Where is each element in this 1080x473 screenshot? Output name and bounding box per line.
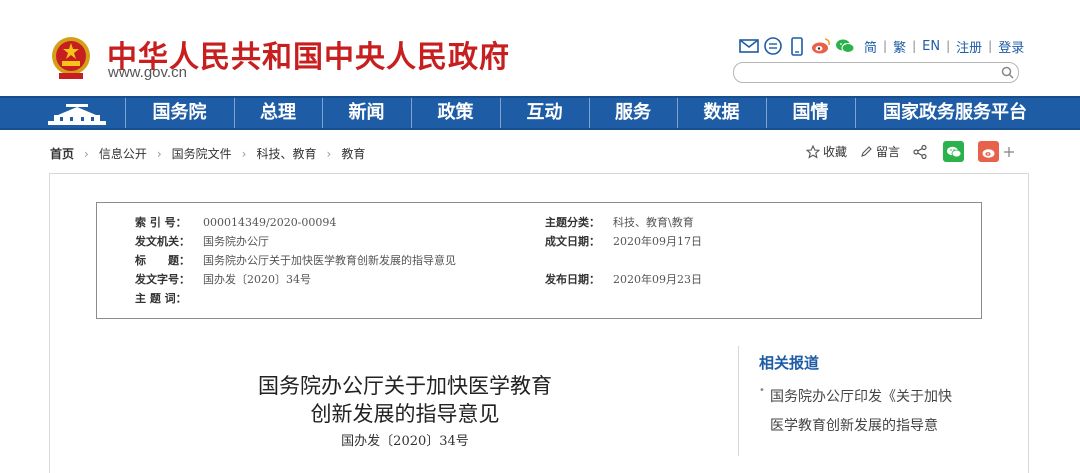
comment-label: 留言	[876, 145, 901, 159]
chevron-right-icon: ›	[156, 146, 162, 161]
info-label: 发布日期：	[545, 273, 600, 286]
star-icon	[806, 144, 820, 159]
breadcrumb-item[interactable]: 科技、教育	[256, 145, 316, 162]
share-wechat-button[interactable]	[943, 141, 965, 162]
comment-button[interactable]: 留言	[859, 143, 900, 160]
wechat-icon	[946, 146, 961, 157]
divider: |	[883, 39, 888, 53]
divider: |	[988, 39, 993, 53]
info-row-index: 索 引 号： 000014349/2020-00094	[135, 215, 336, 231]
info-row-topic: 主题分类： 科技、教育\教育	[545, 215, 694, 231]
info-row-keywords: 主 题 词：	[135, 291, 203, 307]
wechat-icon[interactable]	[834, 36, 856, 56]
search-input[interactable]	[744, 64, 998, 81]
sidebar-divider	[738, 346, 739, 456]
info-value: 国务院办公厅	[203, 235, 269, 248]
weibo-icon	[982, 148, 995, 158]
link-traditional[interactable]: 繁	[893, 37, 906, 56]
nav-item-policy[interactable]: 政策	[411, 98, 500, 128]
mail-icon[interactable]	[738, 36, 760, 56]
info-label: 发文字号：	[135, 273, 190, 286]
nav-item-services[interactable]: 服务	[589, 98, 677, 128]
related-link[interactable]: 国务院办公厅印发《关于加快 医学教育创新发展的指导意	[770, 383, 980, 441]
info-row-docno: 发文字号： 国办发〔2020〕34号	[135, 272, 311, 288]
related-link-line: 医学教育创新发展的指导意	[770, 418, 938, 434]
info-row-issuer: 发文机关： 国务院办公厅	[135, 234, 269, 250]
chevron-right-icon: ›	[326, 146, 332, 161]
nav-item-gov-service-platform[interactable]: 国家政务服务平台	[855, 98, 1055, 128]
search-box	[733, 62, 1019, 83]
nav-item-premier[interactable]: 总理	[234, 98, 322, 128]
favorite-label: 收藏	[823, 145, 848, 159]
chevron-right-icon: ›	[241, 146, 247, 161]
message-icon[interactable]	[762, 36, 784, 56]
weibo-icon[interactable]	[810, 36, 832, 56]
chevron-right-icon: ›	[84, 146, 89, 161]
favorite-button[interactable]: 收藏	[806, 143, 847, 160]
info-label: 索 引 号：	[135, 216, 187, 229]
divider: |	[912, 39, 917, 53]
nav-item-national-info[interactable]: 国情	[766, 98, 855, 128]
pencil-icon	[861, 145, 872, 157]
related-link-line: 国务院办公厅印发《关于加快	[770, 389, 952, 405]
link-english[interactable]: EN	[922, 39, 940, 54]
share-icon	[913, 144, 927, 159]
site-url: www.gov.cn	[108, 64, 187, 81]
info-value: 国办发〔2020〕34号	[203, 273, 311, 286]
info-row-created-date: 成文日期： 2020年09月17日	[545, 234, 702, 250]
breadcrumb: 首页 › 信息公开 › 国务院文件 › 科技、教育 › 教育	[50, 145, 365, 162]
nav-item-state-council[interactable]: 国务院	[125, 98, 234, 128]
header-links: 简 | 繁 | EN | 注册 | 登录	[864, 37, 1024, 56]
breadcrumb-item[interactable]: 国务院文件	[172, 145, 232, 162]
header-tools: 简 | 繁 | EN | 注册 | 登录	[738, 36, 1024, 56]
document-number: 国办发〔2020〕34号	[341, 434, 469, 449]
mobile-icon[interactable]	[786, 36, 808, 56]
info-label: 发文机关：	[135, 235, 190, 248]
info-label: 主题分类：	[545, 216, 600, 229]
nav-item-news[interactable]: 新闻	[322, 98, 411, 128]
tiananmen-icon[interactable]	[46, 101, 108, 127]
info-value: 000014349/2020-00094	[203, 216, 337, 229]
link-simplified[interactable]: 简	[864, 37, 877, 56]
document-info-table: 索 引 号： 000014349/2020-00094 发文机关： 国务院办公厅 标…	[96, 202, 982, 319]
site-header: 中华人民共和国中央人民政府 www.gov.cn 简 | 繁 | EN | 注册 | 登…	[0, 0, 1080, 96]
breadcrumb-item[interactable]: 教育	[341, 145, 365, 162]
document-title-line: 国务院办公厅关于加快医学教育	[258, 374, 552, 398]
main-nav: 国务院 总理 新闻 政策 互动 服务 数据 国情 国家政务服务平台	[0, 96, 1080, 130]
document-title-line: 创新发展的指导意见	[310, 402, 500, 426]
nav-item-data[interactable]: 数据	[677, 98, 766, 128]
link-login[interactable]: 登录	[998, 37, 1024, 56]
national-emblem-icon[interactable]	[50, 35, 92, 81]
link-register[interactable]: 注册	[956, 37, 982, 56]
bullet-icon: •	[759, 385, 765, 396]
info-label: 主 题 词：	[135, 292, 187, 305]
sidebar-title: 相关报道	[759, 354, 820, 372]
breadcrumb-home[interactable]: 首页	[50, 145, 74, 162]
info-row-published-date: 发布日期： 2020年09月23日	[545, 272, 702, 288]
page-actions: 收藏 留言	[806, 141, 1015, 162]
breadcrumb-item[interactable]: 信息公开	[99, 145, 147, 162]
divider: |	[946, 39, 951, 53]
document-title: 国务院办公厅关于加快医学教育 创新发展的指导意见	[170, 372, 640, 428]
share-button[interactable]	[912, 144, 931, 160]
info-row-title: 标 题： 国务院办公厅关于加快医学教育创新发展的指导意见	[135, 253, 456, 269]
search-icon[interactable]	[1000, 65, 1015, 80]
nav-item-interaction[interactable]: 互动	[500, 98, 589, 128]
info-value: 国务院办公厅关于加快医学教育创新发展的指导意见	[203, 254, 456, 267]
info-value: 2020年09月17日	[613, 235, 702, 248]
plus-icon[interactable]	[1003, 146, 1015, 158]
info-value: 科技、教育\教育	[613, 216, 694, 229]
info-label: 成文日期：	[545, 235, 600, 248]
info-label: 标 题：	[135, 254, 190, 267]
info-value: 2020年09月23日	[613, 273, 702, 286]
share-weibo-button[interactable]	[978, 141, 1000, 162]
